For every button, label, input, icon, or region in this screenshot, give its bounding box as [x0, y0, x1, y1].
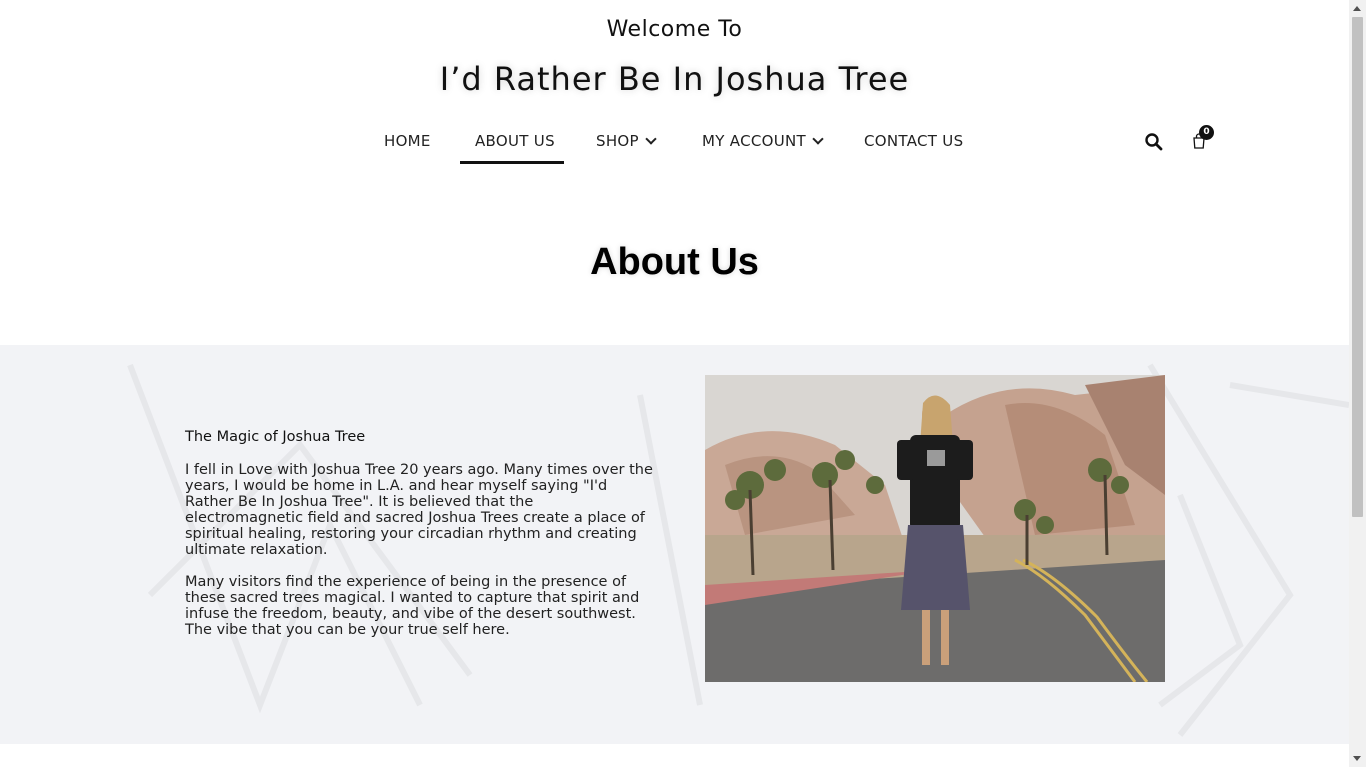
- nav-item-label: HOME: [384, 132, 431, 150]
- nav-item-label: MY ACCOUNT: [702, 132, 806, 150]
- active-nav-indicator: [460, 161, 564, 164]
- page: Welcome To I’d Rather Be In Joshua Tree …: [0, 0, 1349, 767]
- nav-item-label: SHOP: [596, 132, 639, 150]
- intro-heading: The Magic of Joshua Tree: [185, 429, 366, 445]
- owner-photo: [705, 375, 1165, 682]
- search-icon[interactable]: [1144, 132, 1164, 152]
- chevron-down-icon: [812, 133, 824, 145]
- nav-item-my-account[interactable]: MY ACCOUNT: [702, 132, 824, 150]
- nav-item-home[interactable]: HOME: [384, 132, 431, 150]
- about-paragraph-1: I fell in Love with Joshua Tree 20 years…: [185, 462, 653, 558]
- chevron-down-icon: [645, 133, 657, 145]
- scrollbar-thumb[interactable]: [1352, 17, 1363, 517]
- page-title: About Us: [590, 241, 759, 283]
- nav-item-shop[interactable]: SHOP: [596, 132, 657, 150]
- nav-item-label: ABOUT US: [475, 132, 555, 150]
- scroll-up-arrow-icon[interactable]: [1353, 6, 1361, 11]
- about-paragraph-2: Many visitors find the experience of bei…: [185, 574, 640, 638]
- scroll-down-arrow-icon[interactable]: [1353, 756, 1361, 761]
- nav-item-contact-us[interactable]: CONTACT US: [864, 132, 963, 150]
- nav-item-about-us[interactable]: ABOUT US: [475, 132, 555, 150]
- welcome-text: Welcome To: [606, 17, 743, 42]
- site-title[interactable]: I’d Rather Be In Joshua Tree: [0, 60, 1349, 98]
- nav-item-label: CONTACT US: [864, 132, 964, 150]
- about-section: The Magic of Joshua Tree I fell in Love …: [0, 345, 1349, 744]
- cart-count-badge: 0: [1199, 125, 1214, 140]
- vertical-scrollbar[interactable]: [1349, 0, 1366, 767]
